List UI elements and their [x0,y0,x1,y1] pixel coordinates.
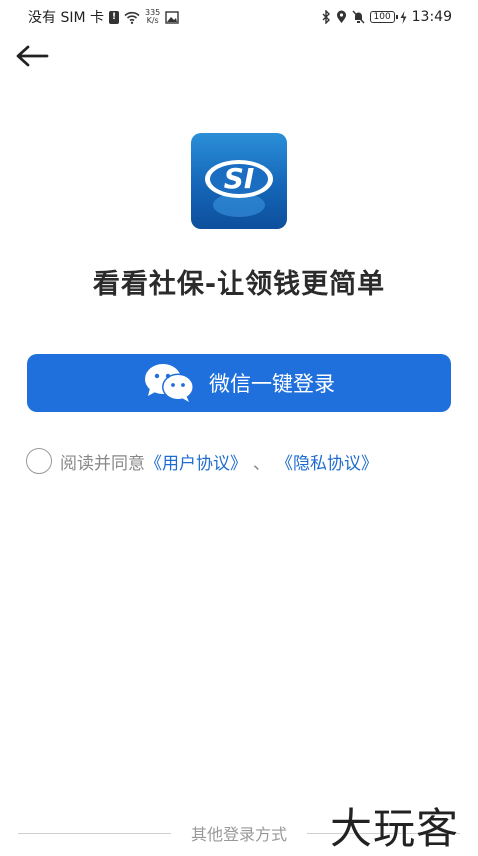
wechat-login-button[interactable]: 微信一键登录 [27,354,451,412]
sim-alert-icon: ! [109,10,119,24]
agreement-checkbox[interactable] [26,448,52,474]
charging-icon [400,10,407,24]
agreement-row: 阅读并同意 《用户协议》 、 《隐私协议》 [26,446,378,476]
bluetooth-icon [322,10,330,24]
watermark: 大玩客 [330,804,460,853]
wechat-icon [145,364,194,402]
agreement-separator: 、 [253,453,270,474]
location-icon [336,10,346,23]
si-logo-graphic: SI [205,160,273,217]
agreement-prefix: 阅读并同意 [60,453,145,474]
network-speed-unit: K/s [146,16,159,25]
wifi-icon [124,11,140,24]
mute-bell-icon [352,10,365,24]
arrow-left-icon [16,45,49,67]
network-speed: 335 K/s [145,9,160,25]
carrier-label: 没有 SIM 卡 [28,10,104,26]
battery-level: 100 [373,12,391,22]
battery-icon: 100 [369,11,398,23]
privacy-policy-link[interactable]: 《隐私协议》 [276,449,378,474]
status-right: 100 13:49 [322,9,452,25]
clock: 13:49 [411,9,452,25]
divider-left [18,832,171,834]
back-button[interactable] [12,40,52,72]
user-agreement-link[interactable]: 《用户协议》 [145,449,247,474]
image-notification-icon [165,10,179,24]
other-login-label[interactable]: 其他登录方式 [171,821,307,845]
page-title: 看看社保-让领钱更简单 [92,269,386,300]
status-left: 没有 SIM 卡 ! 335 K/s [28,7,179,27]
logo-text: SI [224,162,255,195]
app-logo: SI [191,133,287,229]
status-bar: 没有 SIM 卡 ! 335 K/s 100 13:49 [0,0,478,34]
wechat-login-label: 微信一键登录 [209,372,335,396]
